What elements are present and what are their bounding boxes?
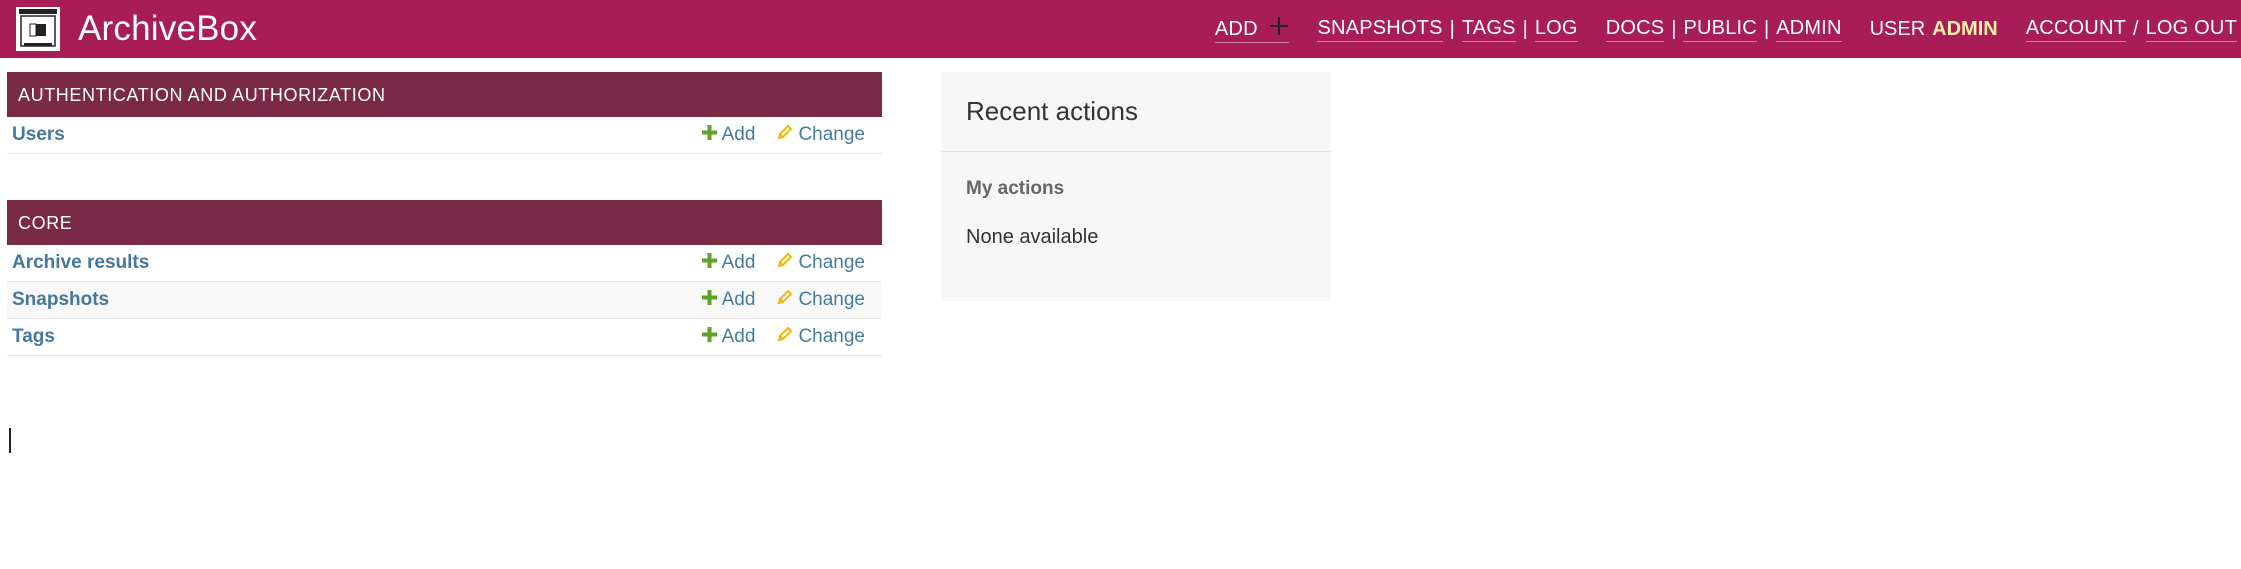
- change-label: Change: [798, 326, 865, 347]
- add-archive-results-link[interactable]: Add: [701, 252, 756, 274]
- separator: |: [1671, 17, 1677, 40]
- add-label: Add: [721, 124, 756, 145]
- add-snapshots-link[interactable]: Add: [701, 289, 756, 311]
- tags-link[interactable]: TAGS: [1461, 17, 1516, 42]
- module-caption[interactable]: AUTHENTICATION AND AUTHORIZATION: [7, 72, 882, 117]
- empty-actions-text: None available: [966, 226, 1099, 248]
- add-link-label: ADD: [1214, 18, 1258, 40]
- model-row-tags: Tags Add Change: [7, 319, 882, 356]
- pencil-icon: [777, 252, 793, 274]
- change-label: Change: [798, 124, 865, 145]
- snapshots-link[interactable]: SNAPSHOTS: [1317, 17, 1443, 42]
- public-link[interactable]: PUBLIC: [1683, 17, 1757, 42]
- separator: |: [1449, 17, 1455, 40]
- user-tools: ADD SNAPSHOTS | TAGS | LOG DOCS | PUBLIC…: [1214, 15, 2237, 43]
- change-archive-results-link[interactable]: Change: [777, 252, 865, 274]
- recent-actions-title: Recent actions: [941, 72, 1331, 152]
- row-actions: Add Change: [701, 252, 865, 274]
- change-users-link[interactable]: Change: [777, 124, 865, 146]
- pencil-icon: [777, 124, 793, 146]
- change-tags-link[interactable]: Change: [777, 326, 865, 348]
- add-users-link[interactable]: Add: [701, 124, 756, 146]
- model-link-tags[interactable]: Tags: [12, 326, 55, 348]
- separator: /: [2133, 17, 2139, 40]
- recent-actions-panel: Recent actions My actions None available: [941, 72, 1331, 301]
- row-actions: Add Change: [701, 124, 865, 146]
- my-actions-heading: My actions: [966, 178, 1065, 199]
- plus-icon: [701, 252, 717, 274]
- model-link-archive-results[interactable]: Archive results: [12, 252, 149, 274]
- username: ADMIN: [1932, 17, 1998, 40]
- add-label: Add: [721, 289, 756, 310]
- text-cursor: [9, 428, 11, 453]
- row-actions: Add Change: [701, 326, 865, 348]
- model-row-snapshots: Snapshots Add Change: [7, 282, 882, 319]
- separator: |: [1522, 17, 1528, 40]
- change-label: Change: [798, 289, 865, 310]
- top-header: ArchiveBox ADD SNAPSHOTS | TAGS | LOG DO…: [0, 0, 2241, 58]
- admin-link[interactable]: ADMIN: [1776, 17, 1842, 42]
- site-brand-link[interactable]: ArchiveBox: [78, 8, 257, 50]
- model-row-archive-results: Archive results Add Change: [7, 245, 882, 282]
- model-link-snapshots[interactable]: Snapshots: [12, 289, 109, 311]
- plus-icon: [1269, 16, 1289, 36]
- user-prefix: USER: [1869, 17, 1926, 40]
- module-core: CORE Archive results Add Change Snapshot…: [7, 200, 882, 356]
- plus-icon: [701, 124, 717, 146]
- archivebox-logo-icon[interactable]: [16, 7, 60, 51]
- model-row-users: Users Add Change: [7, 117, 882, 154]
- docs-link[interactable]: DOCS: [1605, 17, 1665, 42]
- pencil-icon: [777, 289, 793, 311]
- logout-link[interactable]: LOG OUT: [2145, 17, 2237, 42]
- add-tags-link[interactable]: Add: [701, 326, 756, 348]
- add-label: Add: [721, 326, 756, 347]
- separator: |: [1763, 17, 1770, 40]
- change-label: Change: [798, 252, 865, 273]
- plus-icon: [701, 289, 717, 311]
- module-caption[interactable]: CORE: [7, 200, 882, 245]
- account-link[interactable]: ACCOUNT: [2025, 17, 2127, 42]
- row-actions: Add Change: [701, 289, 865, 311]
- module-auth: AUTHENTICATION AND AUTHORIZATION Users A…: [7, 72, 882, 154]
- model-link-users[interactable]: Users: [12, 124, 65, 146]
- add-label: Add: [721, 252, 756, 273]
- log-link[interactable]: LOG: [1534, 17, 1578, 42]
- plus-icon: [701, 326, 717, 348]
- add-link[interactable]: ADD: [1214, 15, 1290, 43]
- change-snapshots-link[interactable]: Change: [777, 289, 865, 311]
- pencil-icon: [777, 326, 793, 348]
